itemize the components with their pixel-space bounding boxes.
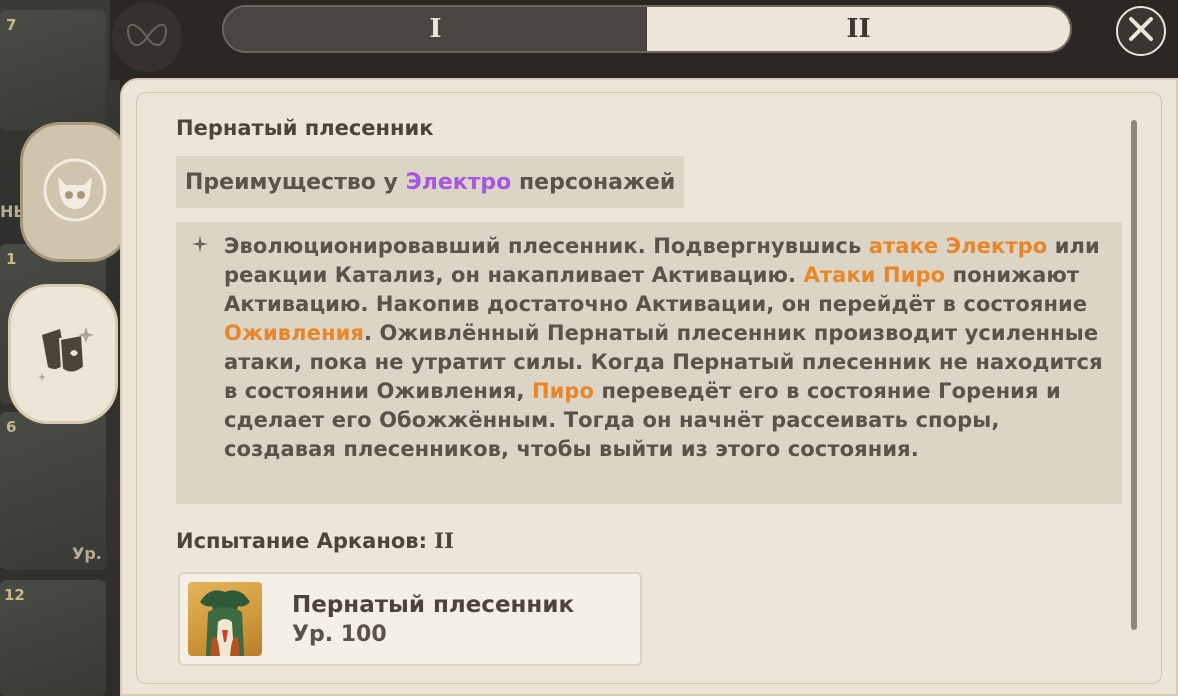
background-card-number: 12	[4, 586, 25, 604]
mask-effects-icon	[28, 317, 98, 391]
tab-bar: I II	[222, 5, 1072, 53]
description-highlight: атаке Электро	[868, 234, 1048, 258]
trial-level-mark: II	[434, 528, 454, 553]
scrollbar[interactable]	[1131, 120, 1137, 630]
enemy-card-name: Пернатый плесенник	[292, 592, 575, 618]
close-button[interactable]	[1116, 6, 1166, 56]
trial-title-text: Испытание Арканов:	[176, 529, 427, 553]
sparkle-bullet-icon	[192, 236, 208, 257]
advantage-element: Электро	[405, 169, 512, 195]
element-advantage-banner: Преимущество у Электро персонажей	[176, 156, 684, 208]
close-icon	[1128, 16, 1154, 46]
enemy-portrait	[188, 582, 262, 656]
advantage-suffix: персонажей	[511, 169, 676, 195]
advantage-prefix: Преимущество у	[185, 169, 406, 195]
description-highlight: Атаки Пиро	[803, 263, 946, 287]
description-highlight: Пиро	[531, 379, 595, 403]
trial-enemy-card[interactable]: Пернатый плесенник Ур. 100	[178, 572, 642, 666]
sidebar-item-monster[interactable]	[20, 122, 130, 262]
description-text: Эволюционировавший плесенник. Подвергнув…	[224, 234, 869, 258]
enemy-title: Пернатый плесенник	[176, 116, 434, 140]
enemy-info-panel: Пернатый плесенник Преимущество у Электр…	[120, 78, 1178, 696]
background-card-number: 6	[6, 418, 17, 436]
description-highlight: Оживления	[224, 321, 364, 345]
butterfly-emblem-icon	[112, 2, 182, 72]
monster-skull-icon	[40, 155, 110, 229]
background-card-number: 7	[6, 16, 17, 34]
tab-level-2[interactable]: II	[647, 7, 1070, 51]
background-card-number: 1	[6, 250, 17, 268]
enemy-card-level: Ур. 100	[292, 622, 387, 647]
background-label: Ур.	[72, 544, 102, 563]
enemy-description-box: Эволюционировавший плесенник. Подвергнув…	[176, 222, 1122, 504]
arcane-trial-title: Испытание Арканов: II	[176, 528, 454, 553]
sidebar-item-effects[interactable]	[8, 284, 118, 424]
enemy-description: Эволюционировавший плесенник. Подвергнув…	[224, 232, 1104, 464]
tab-level-1[interactable]: I	[224, 7, 647, 51]
